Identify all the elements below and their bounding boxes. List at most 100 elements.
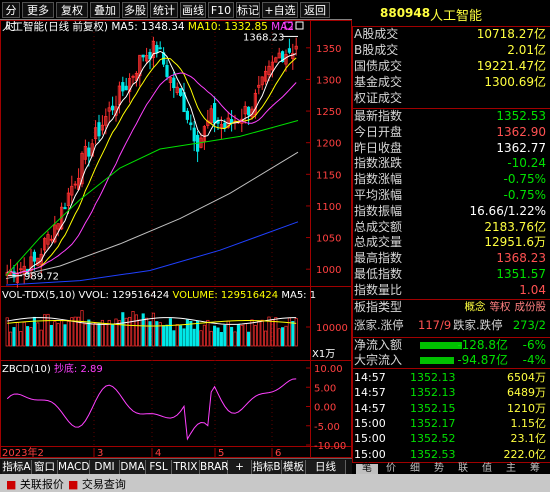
indicator-tab-6[interactable]: TRIX [172, 460, 200, 474]
tick-time: 14:57 [354, 386, 386, 400]
kline-chart-area[interactable]: 1350 1300 1250 1200 1150 1100 1050 1000 1368.23 9… [0, 20, 352, 458]
tick-price: 1352.17 [410, 416, 456, 430]
indicator-tab-11[interactable]: 日线 [306, 460, 346, 474]
toolbar-button-6[interactable]: 画线 [180, 2, 206, 18]
indicator-tab-7[interactable]: BRAR [200, 460, 229, 474]
volume-bar [213, 325, 217, 347]
indicator-tab-1[interactable]: 窗口 [32, 460, 58, 474]
volume-bar [138, 319, 142, 347]
flow-row: 净流入额 -128.8亿 -6% [354, 338, 548, 353]
tick-volume: 6489万 [507, 386, 546, 400]
volume-bar [219, 332, 223, 347]
volume-bar [131, 311, 135, 347]
status-trade-query[interactable]: ■ 交易查询 [68, 476, 126, 492]
quote-key: B股成交 [354, 43, 399, 57]
quote-key: A股成交 [354, 27, 399, 41]
toolbar-button-3[interactable]: 叠加 [90, 2, 120, 18]
indicator-tab-0[interactable]: 指标A [2, 460, 32, 474]
toolbar-button-5[interactable]: 统计 [150, 2, 178, 18]
sector-type-link[interactable]: 等权 [490, 301, 511, 313]
side-tab[interactable]: 势 [428, 464, 450, 474]
date-axis-year: 2023年2 [2, 446, 44, 458]
volume-bar [39, 329, 43, 347]
flow-row: 大宗流入 -94.87亿 -4% [354, 353, 548, 368]
volume-bar [104, 323, 108, 347]
indicator-tab-5[interactable]: FSL [146, 460, 172, 474]
index-name: 人工智能 [430, 9, 483, 24]
quote-value: 2183.76亿 [484, 219, 546, 234]
quote-row-a: 权证成交 [354, 91, 548, 106]
flow-pct: -6% [522, 338, 546, 352]
toolbar-button-8[interactable]: 标记 [236, 2, 260, 18]
toolbar-button-0[interactable]: 分时 [2, 2, 20, 33]
tick-row: 14:57 1352.15 1210万 [354, 401, 548, 416]
quote-row-a: B股成交 2.01亿 [354, 43, 548, 58]
quote-key: 指数量比 [354, 282, 403, 297]
toolbar-button-10[interactable]: 返回 [300, 2, 330, 18]
indicator-tab-9[interactable]: 指标B [252, 460, 282, 474]
candle-body [158, 47, 162, 50]
status-related-quote[interactable]: ■ 关联报价 [6, 476, 64, 492]
toolbar-button-1[interactable]: 更多 [22, 2, 54, 18]
quote-key: 最高指数 [354, 251, 403, 266]
volume-bar [22, 321, 26, 347]
candle-body [189, 122, 193, 126]
side-tab[interactable]: 值 [476, 464, 498, 474]
volume-bar [94, 322, 98, 347]
toolbar-button-4[interactable]: 多股 [122, 2, 148, 18]
volume-bar [90, 323, 94, 347]
quote-row-b: 总成交额 2183.76亿 [354, 220, 548, 235]
candle-body [165, 65, 169, 77]
tick-row: 15:00 1352.53 222.0亿 [354, 447, 548, 462]
price-axis-label: 1200 [316, 139, 341, 150]
side-tab[interactable]: 联 [452, 464, 474, 474]
indicator-tab-3[interactable]: DMI [90, 460, 120, 474]
volume-bar [202, 324, 206, 347]
side-tab[interactable]: 细 [404, 464, 426, 474]
volume-bar [9, 331, 13, 347]
volume-bar [165, 324, 169, 347]
quote-row-b: 指数振幅 16.66/1.22% [354, 204, 548, 219]
side-tab[interactable]: 主 [500, 464, 522, 474]
flow-bar [420, 342, 462, 349]
candle-body [192, 127, 196, 142]
quote-value: 1362.77 [496, 140, 546, 155]
tick-volume: 1.15亿 [510, 416, 547, 430]
volume-bar [148, 321, 152, 347]
candle-body [212, 103, 217, 124]
indicator-tab-2[interactable]: MACD [58, 460, 90, 474]
side-tab[interactable]: 筹 [524, 464, 546, 474]
indicator-tab-10[interactable]: 模板 [282, 460, 306, 474]
volume-bar [264, 330, 268, 347]
volume-bar [199, 330, 203, 347]
volume-bar [250, 319, 254, 347]
price-axis-label: 1300 [316, 75, 341, 86]
sector-type-link[interactable]: 概念 [465, 301, 486, 313]
toolbar-button-9[interactable]: +自选 [262, 2, 298, 18]
quote-row-b: 最高指数 1368.23 [354, 251, 548, 266]
quote-key: 指数涨幅 [354, 172, 403, 187]
quote-key: 基金成交 [354, 75, 403, 89]
side-tab[interactable]: 笔 [356, 464, 378, 474]
quote-row-a: A股成交 10718.27亿 [354, 27, 548, 42]
volume-bar [196, 320, 200, 347]
toolbar-button-2[interactable]: 复权 [56, 2, 88, 18]
date-axis-month: 5 [218, 448, 224, 458]
indicator-tab-8[interactable]: + [228, 460, 252, 474]
side-tab[interactable]: 价 [380, 464, 402, 474]
toolbar-button-7[interactable]: F10 [208, 2, 234, 18]
volume-bar [172, 330, 176, 347]
quote-row-b: 指数涨幅 -0.75% [354, 172, 548, 187]
candle-body [111, 105, 115, 111]
flow-bar [420, 357, 454, 364]
zbcd-title: ZBCD(10) 抄底: 2.89 [2, 362, 103, 375]
zbcd-axis-label: -5.00 [314, 422, 340, 433]
zbcd-axis-label: -10.00 [314, 441, 346, 452]
sector-label: 板指类型 [354, 300, 403, 314]
tick-row: 15:00 1352.17 1.15亿 [354, 416, 548, 431]
sector-type-link[interactable]: 成份股 [515, 301, 547, 313]
indicator-tab-4[interactable]: DMA [120, 460, 146, 474]
down-count-value: 273/2 [512, 318, 546, 332]
volume-bar [56, 323, 60, 347]
quote-row-b: 指数量比 1.04 [354, 283, 548, 298]
